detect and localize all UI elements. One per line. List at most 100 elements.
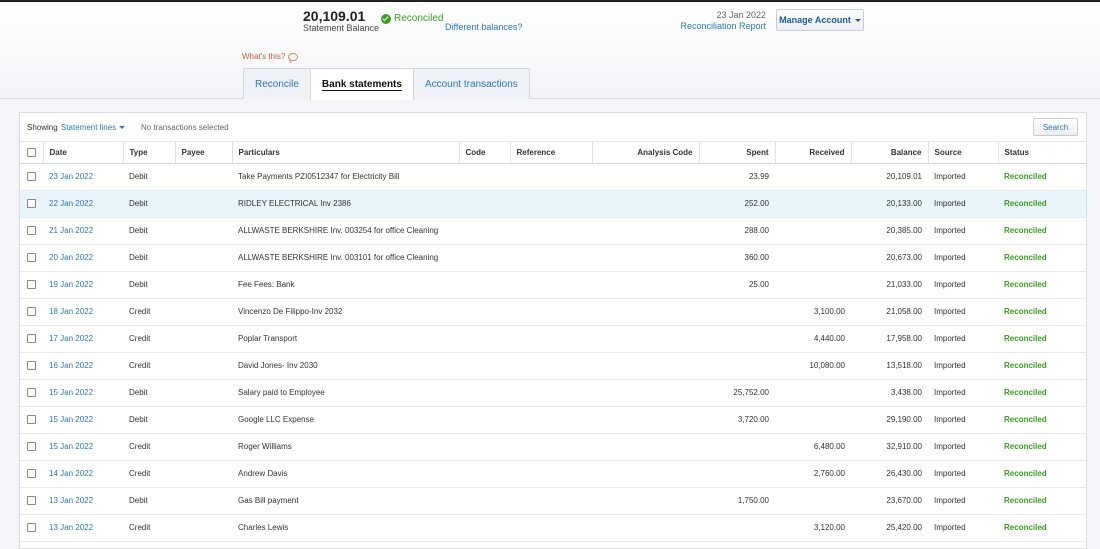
table-row[interactable]: 15 Jan 2022 Debit Google LLC Expense 3,720.… — [20, 406, 1086, 434]
cell-received: 3,120.00 — [775, 514, 851, 542]
cell-source: Imported — [928, 514, 998, 542]
row-checkbox[interactable] — [27, 388, 36, 398]
manage-account-button[interactable]: Manage Account — [776, 9, 864, 31]
cell-status: Reconciled — [998, 514, 1086, 542]
table-row[interactable]: 22 Jan 2022 Debit RIDLEY ELECTRICAL Inv 23… — [20, 190, 1086, 218]
cell-type: Debit — [123, 487, 175, 515]
column-header-date[interactable]: Date — [43, 142, 124, 164]
different-balances-link[interactable]: Different balances? — [445, 22, 522, 32]
cell-type: Credit — [123, 325, 175, 353]
row-checkbox[interactable] — [27, 199, 36, 209]
tab-bank-statements[interactable]: Bank statements — [309, 68, 414, 100]
table-row[interactable]: 14 Jan 2022 Credit Andrew Davis 2,760.00 26,… — [20, 460, 1086, 488]
row-checkbox[interactable] — [27, 280, 36, 290]
table-row[interactable]: 16 Jan 2022 Credit David Jones- Inv 2030 10… — [20, 352, 1086, 380]
cell-spent: 1,750.00 — [699, 487, 775, 515]
table-row[interactable]: 20 Jan 2022 Debit ALLWASTE BERKSHIRE Inv. … — [20, 244, 1086, 272]
cell-date[interactable]: 15 Jan 2022 — [43, 379, 123, 407]
cell-date[interactable]: 21 Jan 2022 — [43, 217, 123, 245]
table-row[interactable]: 23 Jan 2022 Debit Take Payments PZI0512347… — [20, 163, 1086, 191]
row-checkbox[interactable] — [27, 172, 36, 182]
row-checkbox[interactable] — [27, 253, 36, 263]
statement-balance-amount: 20,109.01 — [303, 8, 366, 24]
column-header-analysis-code[interactable]: Analysis Code — [592, 142, 700, 164]
whats-this-link[interactable]: What's this? — [242, 52, 299, 61]
cell-date[interactable]: 23 Jan 2022 — [43, 163, 123, 191]
cell-spent: 23.99 — [699, 163, 775, 191]
row-checkbox[interactable] — [27, 442, 36, 452]
cell-date[interactable]: 17 Jan 2022 — [43, 325, 123, 353]
cell-code — [459, 487, 510, 515]
cell-balance: 20,133.00 — [851, 190, 928, 218]
cell-date[interactable]: 15 Jan 2022 — [43, 406, 123, 434]
table-row[interactable]: 18 Jan 2022 Credit Vincenzo De Filippo-Inv… — [20, 298, 1086, 326]
cell-balance: 17,958.00 — [851, 325, 928, 353]
statement-lines-filter[interactable]: Statement lines — [61, 123, 126, 132]
column-header-source[interactable]: Source — [928, 142, 999, 164]
cell-source: Imported — [928, 163, 998, 191]
table-row[interactable]: 21 Jan 2022 Debit ALLWASTE BERKSHIRE Inv. … — [20, 217, 1086, 245]
cell-balance: 3,438.00 — [851, 379, 928, 407]
cell-date[interactable]: 22 Jan 2022 — [43, 190, 123, 218]
column-header-spent[interactable]: Spent — [699, 142, 776, 164]
table-row[interactable]: 13 Jan 2022 Credit Charles Lewis 3,120.00 25… — [20, 514, 1086, 542]
cell-date[interactable]: 13 Jan 2022 — [43, 487, 123, 515]
cell-source: Imported — [928, 433, 998, 461]
reconciliation-report-link[interactable]: Reconciliation Report — [680, 21, 766, 31]
cell-reference — [510, 325, 592, 353]
row-checkbox[interactable] — [27, 469, 36, 479]
tab-reconcile[interactable]: Reconcile — [243, 68, 311, 99]
row-checkbox[interactable] — [27, 523, 36, 533]
cell-date[interactable]: 14 Jan 2022 — [43, 460, 123, 488]
column-header-received[interactable]: Received — [775, 142, 852, 164]
cell-spent — [699, 433, 775, 461]
column-header-type[interactable]: Type — [123, 142, 176, 164]
cell-particulars: David Jones- Inv 2030 — [232, 352, 459, 380]
cell-reference — [510, 163, 592, 191]
row-checkbox[interactable] — [27, 361, 36, 371]
cell-date[interactable]: 20 Jan 2022 — [43, 244, 123, 272]
cell-payee — [175, 244, 232, 272]
cell-date[interactable]: 13 Jan 2022 — [43, 514, 123, 542]
table-row[interactable]: 19 Jan 2022 Debit Fee Fees: Bank 25.00 21,03… — [20, 271, 1086, 299]
column-header-reference[interactable]: Reference — [510, 142, 593, 164]
column-header-particulars[interactable]: Particulars — [232, 142, 460, 164]
cell-spent: 3,720.00 — [699, 406, 775, 434]
statement-lines-panel: Showing Statement lines No transactions … — [19, 112, 1087, 549]
cell-date[interactable]: 15 Jan 2022 — [43, 433, 123, 461]
row-checkbox[interactable] — [27, 307, 36, 317]
column-header-payee[interactable]: Payee — [175, 142, 233, 164]
row-checkbox[interactable] — [27, 496, 36, 506]
column-header-balance[interactable]: Balance — [851, 142, 929, 164]
cell-status: Reconciled — [998, 352, 1086, 380]
cell-date[interactable]: 18 Jan 2022 — [43, 298, 123, 326]
cell-payee — [175, 352, 232, 380]
cell-date[interactable]: 16 Jan 2022 — [43, 352, 123, 380]
row-checkbox[interactable] — [27, 334, 36, 344]
column-header-code[interactable]: Code — [459, 142, 511, 164]
row-select-cell — [20, 487, 43, 515]
table-row[interactable]: 15 Jan 2022 Credit Roger Williams 6,480.00 3… — [20, 433, 1086, 461]
cell-code — [459, 217, 510, 245]
cell-type: Credit — [123, 460, 175, 488]
cell-code — [459, 514, 510, 542]
table-row[interactable]: 13 Jan 2022 Debit Gas Bill payment 1,750.00… — [20, 487, 1086, 515]
cell-status: Reconciled — [998, 190, 1086, 218]
search-button[interactable]: Search — [1033, 118, 1078, 136]
row-select-cell — [20, 406, 43, 434]
select-all-checkbox[interactable] — [27, 147, 36, 157]
cell-source: Imported — [928, 217, 998, 245]
table-row[interactable]: 17 Jan 2022 Credit Poplar Transport 4,440.0… — [20, 325, 1086, 353]
cell-particulars: Roger Williams — [232, 433, 459, 461]
cell-particulars: Salary paid to Employee — [232, 379, 459, 407]
reconciled-status-label: Reconciled — [394, 13, 444, 24]
row-checkbox[interactable] — [27, 415, 36, 425]
cell-source: Imported — [928, 352, 998, 380]
cell-reference — [510, 379, 592, 407]
tab-account-transactions[interactable]: Account transactions — [412, 68, 530, 99]
cell-date[interactable]: 19 Jan 2022 — [43, 271, 123, 299]
table-row[interactable]: 15 Jan 2022 Debit Salary paid to Employee 2… — [20, 379, 1086, 407]
cell-received: 6,480.00 — [775, 433, 851, 461]
column-header-status[interactable]: Status — [998, 142, 1086, 164]
row-checkbox[interactable] — [27, 226, 36, 236]
